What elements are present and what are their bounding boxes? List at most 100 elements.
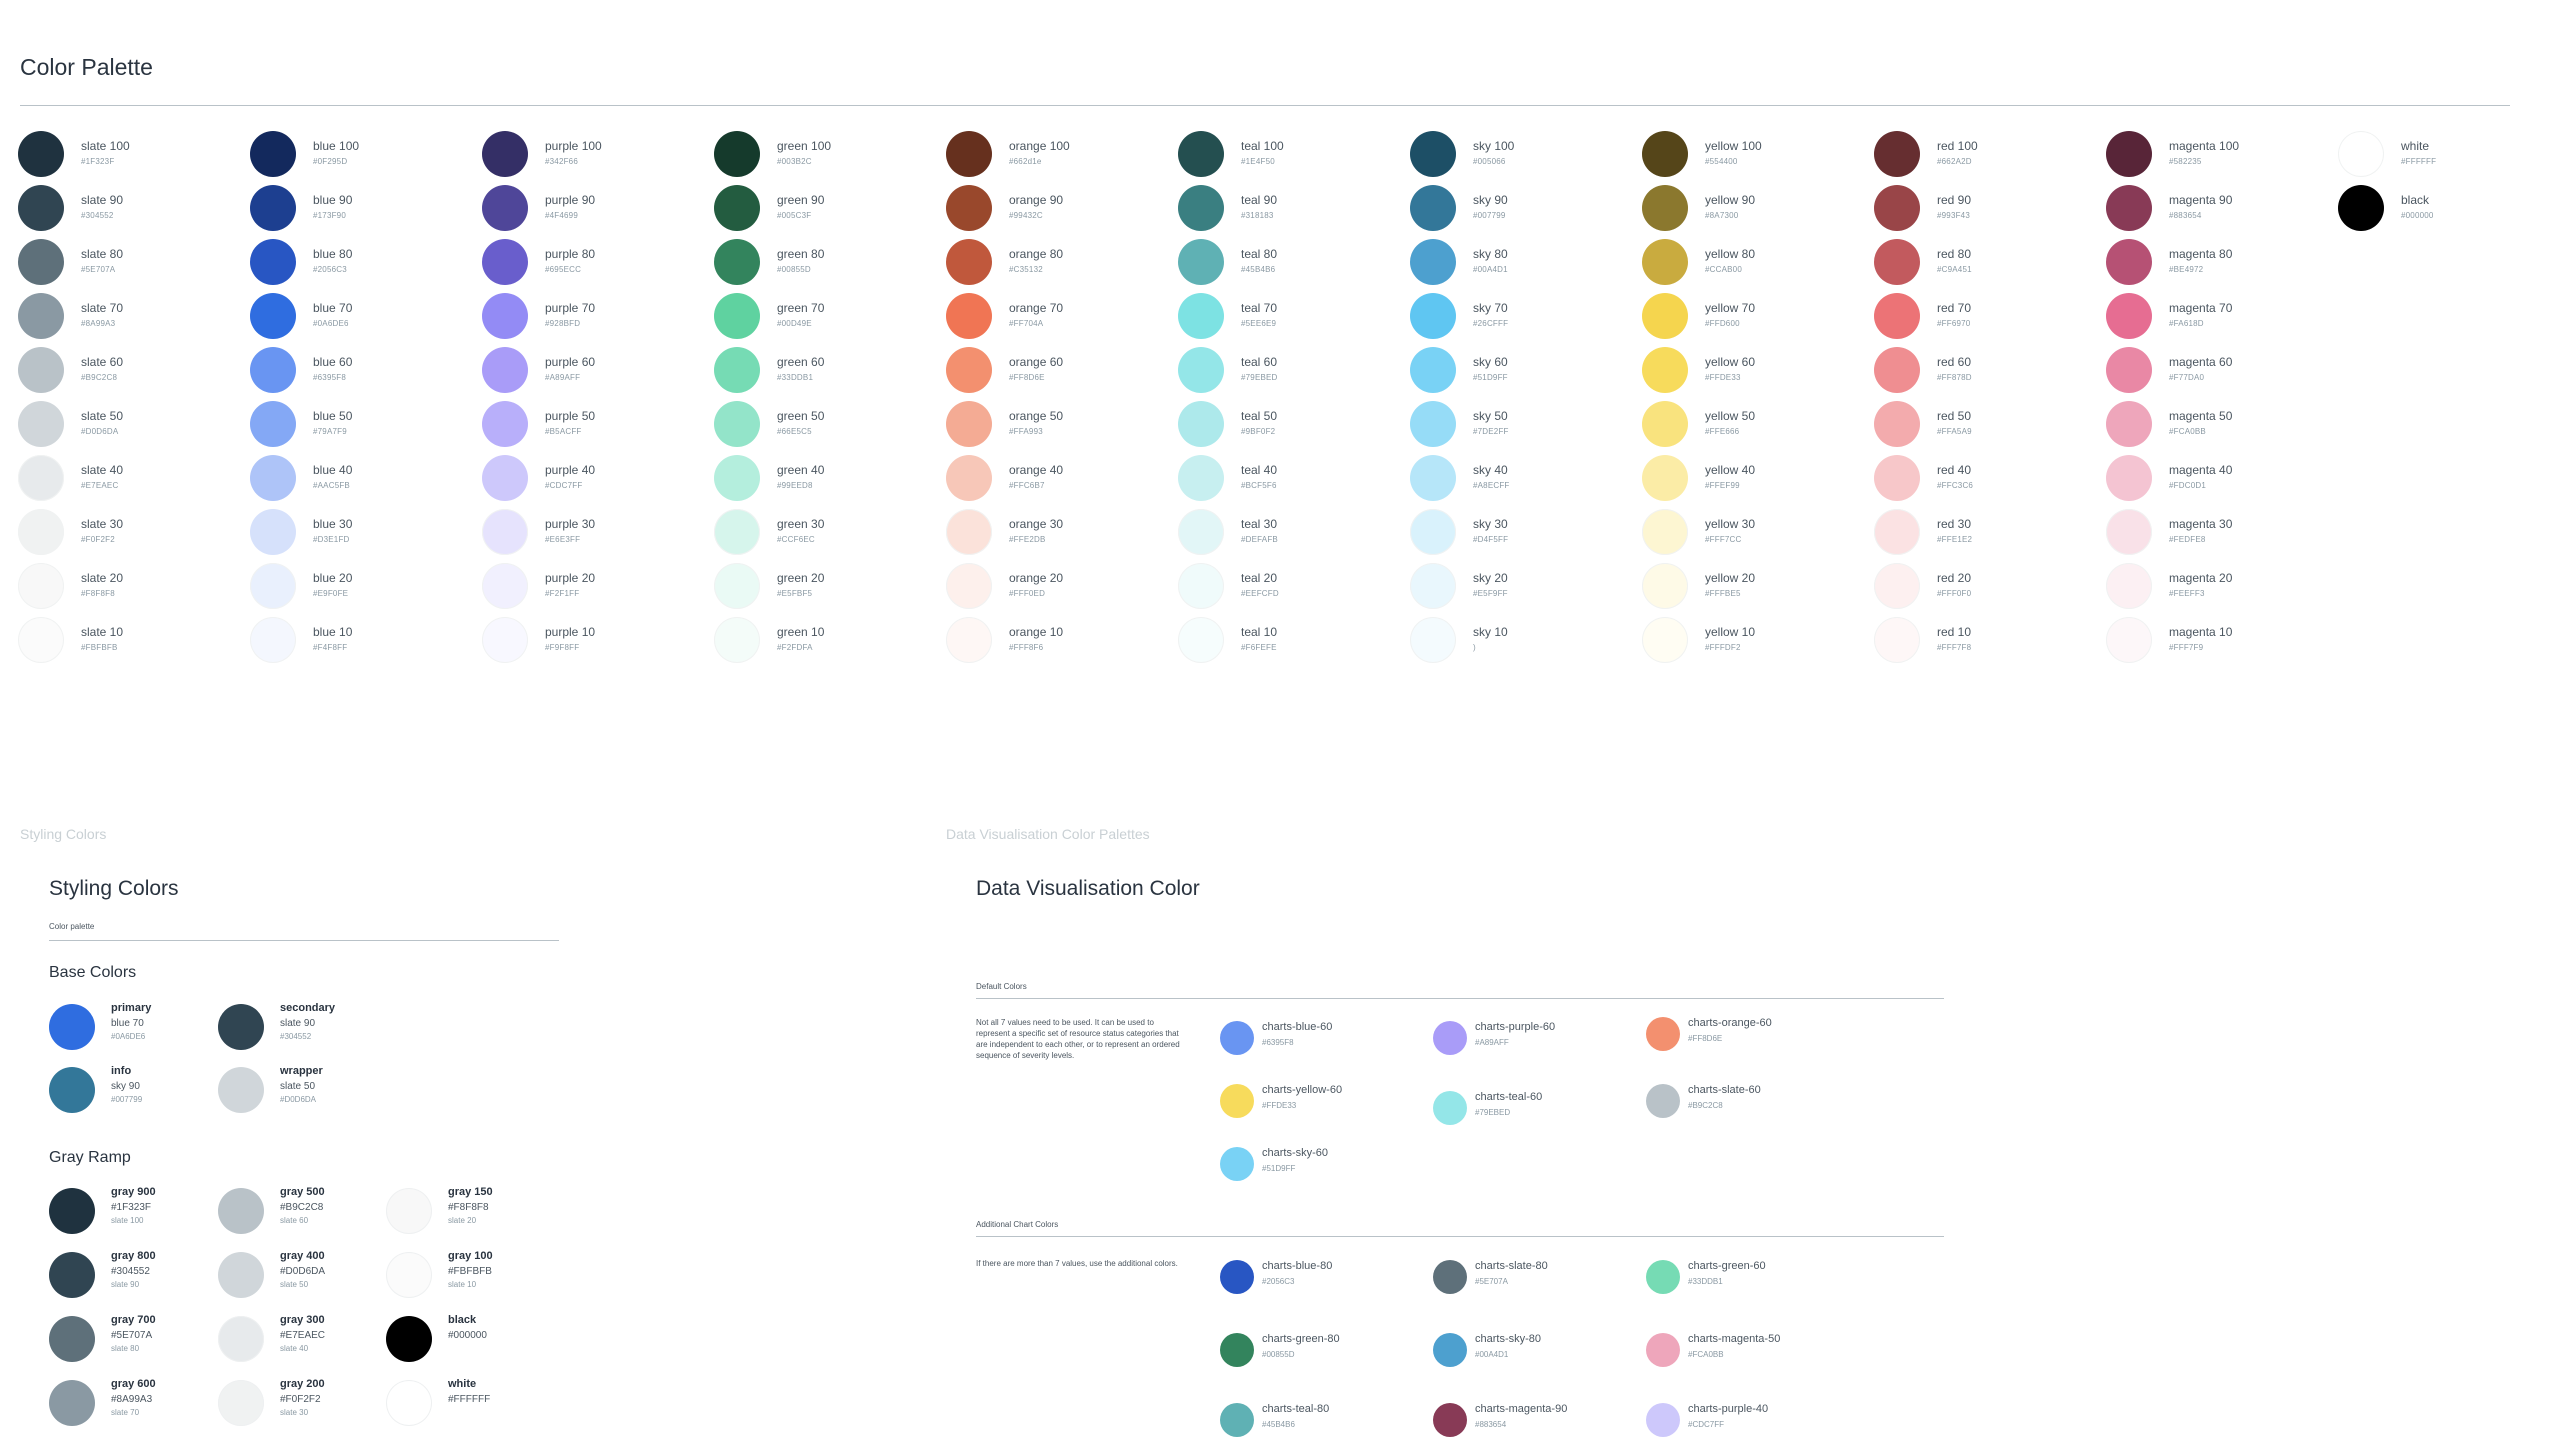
chart-color-chip[interactable]: charts-green-80 #00855D [1220, 1329, 1420, 1373]
color-chip[interactable]: gray 500 #B9C2C8 slate 60 [218, 1182, 398, 1238]
color-swatch[interactable]: magenta 100 #582235 [2106, 128, 2338, 182]
color-swatch[interactable]: teal 50 #9BF0F2 [1178, 398, 1410, 452]
color-swatch[interactable]: orange 40 #FFC6B7 [946, 452, 1178, 506]
chart-color-chip[interactable]: charts-blue-60 #6395F8 [1220, 1017, 1420, 1061]
color-swatch[interactable]: purple 50 #B5ACFF [482, 398, 714, 452]
color-swatch[interactable]: black #000000 [2338, 182, 2560, 236]
color-swatch[interactable]: purple 100 #342F66 [482, 128, 714, 182]
color-chip[interactable]: gray 400 #D0D6DA slate 50 [218, 1246, 398, 1302]
color-swatch[interactable]: purple 20 #F2F1FF [482, 560, 714, 614]
color-swatch[interactable]: red 80 #C9A451 [1874, 236, 2106, 290]
color-swatch[interactable]: magenta 30 #FEDFE8 [2106, 506, 2338, 560]
color-swatch[interactable]: sky 90 #007799 [1410, 182, 1642, 236]
color-swatch[interactable]: magenta 70 #FA618D [2106, 290, 2338, 344]
color-swatch[interactable]: yellow 100 #554400 [1642, 128, 1874, 182]
color-chip[interactable]: gray 700 #5E707A slate 80 [49, 1310, 229, 1366]
color-swatch[interactable]: purple 10 #F9F8FF [482, 614, 714, 668]
chart-color-chip[interactable]: charts-purple-60 #A89AFF [1433, 1017, 1633, 1061]
color-swatch[interactable]: blue 70 #0A6DE6 [250, 290, 482, 344]
color-swatch[interactable]: green 20 #E5FBF5 [714, 560, 946, 614]
color-swatch[interactable]: teal 10 #F6FEFE [1178, 614, 1410, 668]
color-swatch[interactable]: red 30 #FFE1E2 [1874, 506, 2106, 560]
color-swatch[interactable]: magenta 90 #883654 [2106, 182, 2338, 236]
color-swatch[interactable]: yellow 70 #FFD600 [1642, 290, 1874, 344]
chart-color-chip[interactable]: charts-blue-80 #2056C3 [1220, 1256, 1420, 1300]
chart-color-chip[interactable]: charts-magenta-50 #FCA0BB [1646, 1329, 1846, 1373]
color-chip[interactable]: white #FFFFFF [386, 1374, 566, 1430]
color-swatch[interactable]: purple 30 #E6E3FF [482, 506, 714, 560]
chart-color-chip[interactable]: charts-purple-40 #CDC7FF [1646, 1399, 1846, 1443]
chart-color-chip[interactable]: charts-slate-80 #5E707A [1433, 1256, 1633, 1300]
color-swatch[interactable]: purple 60 #A89AFF [482, 344, 714, 398]
color-swatch[interactable]: orange 30 #FFE2DB [946, 506, 1178, 560]
color-swatch[interactable]: blue 90 #173F90 [250, 182, 482, 236]
color-swatch[interactable]: red 50 #FFA5A9 [1874, 398, 2106, 452]
color-swatch[interactable]: blue 100 #0F295D [250, 128, 482, 182]
color-swatch[interactable]: teal 20 #EEFCFD [1178, 560, 1410, 614]
color-chip[interactable]: black #000000 [386, 1310, 566, 1366]
color-swatch[interactable]: teal 30 #DEFAFB [1178, 506, 1410, 560]
color-swatch[interactable]: red 20 #FFF0F0 [1874, 560, 2106, 614]
color-swatch[interactable]: blue 50 #79A7F9 [250, 398, 482, 452]
color-swatch[interactable]: blue 20 #E9F0FE [250, 560, 482, 614]
color-swatch[interactable]: yellow 90 #8A7300 [1642, 182, 1874, 236]
color-chip[interactable]: gray 100 #FBFBFB slate 10 [386, 1246, 566, 1302]
color-swatch[interactable]: yellow 80 #CCAB00 [1642, 236, 1874, 290]
color-swatch[interactable]: orange 20 #FFF0ED [946, 560, 1178, 614]
color-swatch[interactable]: blue 60 #6395F8 [250, 344, 482, 398]
color-swatch[interactable]: teal 90 #318183 [1178, 182, 1410, 236]
color-swatch[interactable]: slate 80 #5E707A [18, 236, 250, 290]
color-swatch[interactable]: magenta 50 #FCA0BB [2106, 398, 2338, 452]
color-chip[interactable]: gray 150 #F8F8F8 slate 20 [386, 1182, 566, 1238]
color-swatch[interactable]: sky 40 #A8ECFF [1410, 452, 1642, 506]
color-swatch[interactable]: teal 60 #79EBED [1178, 344, 1410, 398]
color-swatch[interactable]: teal 100 #1E4F50 [1178, 128, 1410, 182]
chart-color-chip[interactable]: charts-teal-60 #79EBED [1433, 1087, 1633, 1131]
color-swatch[interactable]: slate 100 #1F323F [18, 128, 250, 182]
chart-color-chip[interactable]: charts-sky-80 #00A4D1 [1433, 1329, 1633, 1373]
color-swatch[interactable]: purple 40 #CDC7FF [482, 452, 714, 506]
chart-color-chip[interactable]: charts-orange-60 #FF8D6E [1646, 1013, 1846, 1057]
color-swatch[interactable]: slate 10 #FBFBFB [18, 614, 250, 668]
color-swatch[interactable]: purple 70 #928BFD [482, 290, 714, 344]
color-swatch[interactable]: red 100 #662A2D [1874, 128, 2106, 182]
color-swatch[interactable]: white #FFFFFF [2338, 128, 2560, 182]
color-swatch[interactable]: orange 60 #FF8D6E [946, 344, 1178, 398]
color-swatch[interactable]: green 90 #005C3F [714, 182, 946, 236]
color-swatch[interactable]: green 40 #99EED8 [714, 452, 946, 506]
color-swatch[interactable]: orange 70 #FF704A [946, 290, 1178, 344]
color-swatch[interactable]: yellow 30 #FFF7CC [1642, 506, 1874, 560]
color-chip[interactable]: gray 900 #1F323F slate 100 [49, 1182, 229, 1238]
color-chip[interactable]: gray 800 #304552 slate 90 [49, 1246, 229, 1302]
color-swatch[interactable]: orange 10 #FFF8F6 [946, 614, 1178, 668]
color-swatch[interactable]: sky 60 #51D9FF [1410, 344, 1642, 398]
color-swatch[interactable]: green 70 #00D49E [714, 290, 946, 344]
color-swatch[interactable]: slate 60 #B9C2C8 [18, 344, 250, 398]
color-swatch[interactable]: sky 80 #00A4D1 [1410, 236, 1642, 290]
color-swatch[interactable]: red 40 #FFC3C6 [1874, 452, 2106, 506]
color-swatch[interactable]: slate 90 #304552 [18, 182, 250, 236]
color-swatch[interactable]: slate 20 #F8F8F8 [18, 560, 250, 614]
color-swatch[interactable]: yellow 20 #FFFBE5 [1642, 560, 1874, 614]
color-swatch[interactable]: yellow 10 #FFFDF2 [1642, 614, 1874, 668]
color-swatch[interactable]: slate 30 #F0F2F2 [18, 506, 250, 560]
color-swatch[interactable]: red 90 #993F43 [1874, 182, 2106, 236]
chart-color-chip[interactable]: charts-yellow-60 #FFDE33 [1220, 1080, 1420, 1124]
color-swatch[interactable]: green 60 #33DDB1 [714, 344, 946, 398]
color-swatch[interactable]: yellow 50 #FFE666 [1642, 398, 1874, 452]
color-swatch[interactable]: teal 40 #BCF5F6 [1178, 452, 1410, 506]
color-swatch[interactable]: slate 70 #8A99A3 [18, 290, 250, 344]
color-swatch[interactable]: blue 80 #2056C3 [250, 236, 482, 290]
color-swatch[interactable]: orange 80 #C35132 [946, 236, 1178, 290]
color-swatch[interactable]: magenta 10 #FFF7F9 [2106, 614, 2338, 668]
chart-color-chip[interactable]: charts-teal-80 #45B4B6 [1220, 1399, 1420, 1443]
color-swatch[interactable]: blue 10 #F4F8FF [250, 614, 482, 668]
chart-color-chip[interactable]: charts-magenta-90 #883654 [1433, 1399, 1633, 1443]
color-swatch[interactable]: sky 20 #E5F9FF [1410, 560, 1642, 614]
color-swatch[interactable]: magenta 80 #BE4972 [2106, 236, 2338, 290]
color-swatch[interactable]: purple 80 #695ECC [482, 236, 714, 290]
color-swatch[interactable]: red 60 #FF878D [1874, 344, 2106, 398]
color-swatch[interactable]: green 50 #66E5C5 [714, 398, 946, 452]
color-swatch[interactable]: blue 40 #AAC5FB [250, 452, 482, 506]
color-swatch[interactable]: sky 50 #7DE2FF [1410, 398, 1642, 452]
